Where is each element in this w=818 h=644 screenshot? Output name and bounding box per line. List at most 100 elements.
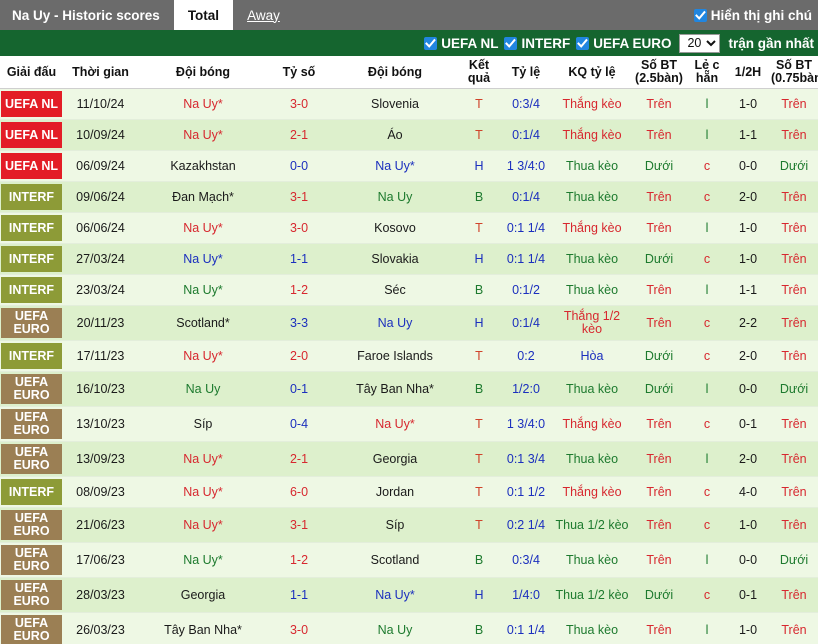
match-bt-25: Dưới [630,243,688,275]
table-row[interactable]: UEFA EURO 21/06/23 Na Uy* 3-1 Síp T 0:2 1/4 Thu… [0,507,818,543]
match-league-cell[interactable]: INTERF [0,274,63,306]
table-row[interactable]: UEFA EURO 16/10/23 Na Uy 0-1 Tây Ban Nha* B 1/… [0,371,818,407]
match-league-cell[interactable]: UEFA EURO [0,406,63,442]
match-half-score: 1-0 [726,212,770,244]
match-odds-result: Thắng kèo [554,406,630,442]
col-header-score[interactable]: Tỷ số [268,56,330,89]
match-half-score: 0-0 [726,150,770,182]
match-league-cell[interactable]: UEFA NL [0,88,63,120]
match-odds-result: Thua kèo [554,371,630,407]
tab-away[interactable]: Away [233,0,294,30]
col-header-bt-25[interactable]: Số BT (2.5bàn) [630,56,688,89]
match-league-cell[interactable]: UEFA EURO [0,577,63,613]
match-result: B [460,274,498,306]
table-row[interactable]: INTERF 27/03/24 Na Uy* 1-1 Slovakia H 0:1 1/4 T… [0,243,818,275]
filter-uefa-nl[interactable]: UEFA NL [424,36,498,51]
checkbox-checked-icon[interactable] [576,36,590,50]
checkbox-checked-icon[interactable] [504,36,518,50]
match-league-cell[interactable]: INTERF [0,243,63,275]
match-league-cell[interactable]: INTERF [0,476,63,508]
match-league-cell[interactable]: UEFA EURO [0,612,63,644]
show-notes-label[interactable]: Hiển thị ghi chú [711,8,812,23]
table-row[interactable]: INTERF 17/11/23 Na Uy* 2-0 Faroe Islands T 0:2… [0,340,818,372]
col-header-odd-even[interactable]: Lẻ c hẵn [688,56,726,89]
checkbox-checked-icon[interactable] [424,36,438,50]
table-row[interactable]: UEFA EURO 13/09/23 Na Uy* 2-1 Georgia T 0:1 3/… [0,441,818,477]
table-row[interactable]: INTERF 09/06/24 Đan Mạch* 3-1 Na Uy B 0:1/4 Thu… [0,181,818,213]
match-bt-075: Trên [770,406,818,442]
match-league-cell[interactable]: UEFA EURO [0,441,63,477]
match-league-cell[interactable]: UEFA EURO [0,371,63,407]
col-header-away[interactable]: Đội bóng [330,56,460,89]
match-result: T [460,507,498,543]
match-count-select[interactable]: 510203050 [679,33,721,53]
col-header-time[interactable]: Thời gian [63,56,138,89]
table-row[interactable]: UEFA EURO 13/10/23 Síp 0-4 Na Uy* T 1 3/4:0 Thắ… [0,406,818,442]
league-badge: UEFA EURO [1,409,62,439]
match-half-score: 0-0 [726,542,770,578]
match-odds: 0:1 3/4 [498,441,554,477]
match-league-time: 08/09/23 [63,476,138,508]
tab-total[interactable]: Total [173,0,234,30]
match-league-cell[interactable]: INTERF [0,181,63,213]
table-row[interactable]: UEFA EURO 17/06/23 Na Uy* 1-2 Scotland B 0:3/4… [0,542,818,578]
match-league-cell[interactable]: UEFA EURO [0,542,63,578]
match-league-cell[interactable]: UEFA EURO [0,305,63,341]
col-header-bt-075[interactable]: Số BT (0.75bàn) [770,56,818,89]
show-notes-group: Hiển thị ghi chú [693,0,818,30]
checkbox-checked-icon[interactable] [693,8,707,22]
league-badge: INTERF [1,215,62,241]
match-away-team: Georgia [330,441,460,477]
filter-interf[interactable]: INTERF [504,36,570,51]
table-row[interactable]: UEFA NL 10/09/24 Na Uy* 2-1 Áo T 0:1/4 Thắng kè… [0,119,818,151]
match-half-score: 1-0 [726,507,770,543]
match-bt-075: Trên [770,181,818,213]
match-league-cell[interactable]: UEFA EURO [0,507,63,543]
col-header-half[interactable]: 1/2H [726,56,770,89]
col-header-league[interactable]: Giải đấu [0,56,63,89]
table-row[interactable]: UEFA EURO 26/03/23 Tây Ban Nha* 3-0 Na Uy B 0:… [0,612,818,644]
match-away-team: Scotland [330,542,460,578]
table-row[interactable]: UEFA NL 11/10/24 Na Uy* 3-0 Slovenia T 0:3/4 Th… [0,88,818,120]
match-score: 1-2 [268,274,330,306]
table-row[interactable]: UEFA EURO 20/11/23 Scotland* 3-3 Na Uy H 0:1/4… [0,305,818,341]
match-half-score: 0-1 [726,406,770,442]
match-home-team: Georgia [138,577,268,613]
tab-total-label: Total [187,7,220,23]
table-row[interactable]: INTERF 08/09/23 Na Uy* 6-0 Jordan T 0:1 1/2 Thắ… [0,476,818,508]
match-bt-25: Trên [630,181,688,213]
match-odds: 1/4:0 [498,577,554,613]
match-odd-even: c [688,243,726,275]
col-header-odds[interactable]: Tỷ lệ [498,56,554,89]
filter-uefa-euro[interactable]: UEFA EURO [576,36,671,51]
match-league-cell[interactable]: UEFA NL [0,119,63,151]
recent-matches-label: trận gần nhất [728,35,814,51]
match-result: T [460,406,498,442]
col-header-kq-odds[interactable]: KQ tỷ lệ [554,56,630,89]
match-league-cell[interactable]: INTERF [0,340,63,372]
match-away-team: Na Uy* [330,150,460,182]
match-odds: 1/2:0 [498,371,554,407]
match-league-time: 13/10/23 [63,406,138,442]
match-odds-result: Thắng kèo [554,119,630,151]
match-home-team: Na Uy* [138,243,268,275]
match-bt-25: Trên [630,542,688,578]
col-header-result[interactable]: Kết quả [460,56,498,89]
match-league-cell[interactable]: UEFA NL [0,150,63,182]
match-score: 3-1 [268,181,330,213]
col-header-home[interactable]: Đội bóng [138,56,268,89]
match-league-cell[interactable]: INTERF [0,212,63,244]
match-odd-even: c [688,507,726,543]
table-row[interactable]: UEFA EURO 28/03/23 Georgia 1-1 Na Uy* H 1/4:0 T… [0,577,818,613]
match-away-team: Na Uy [330,181,460,213]
match-odd-even: l [688,119,726,151]
table-header-row: Giải đấu Thời gian Đội bóng Tỷ số Đội bó… [0,56,818,89]
match-odd-even: l [688,371,726,407]
match-half-score: 0-1 [726,577,770,613]
match-half-score: 2-2 [726,305,770,341]
table-row[interactable]: INTERF 06/06/24 Na Uy* 3-0 Kosovo T 0:1 1/4 Thắ… [0,212,818,244]
table-row[interactable]: INTERF 23/03/24 Na Uy* 1-2 Séc B 0:1/2 Thua kèo… [0,274,818,306]
match-home-team: Síp [138,406,268,442]
match-bt-25: Dưới [630,340,688,372]
table-row[interactable]: UEFA NL 06/09/24 Kazakhstan 0-0 Na Uy* H 1 3/4… [0,150,818,182]
